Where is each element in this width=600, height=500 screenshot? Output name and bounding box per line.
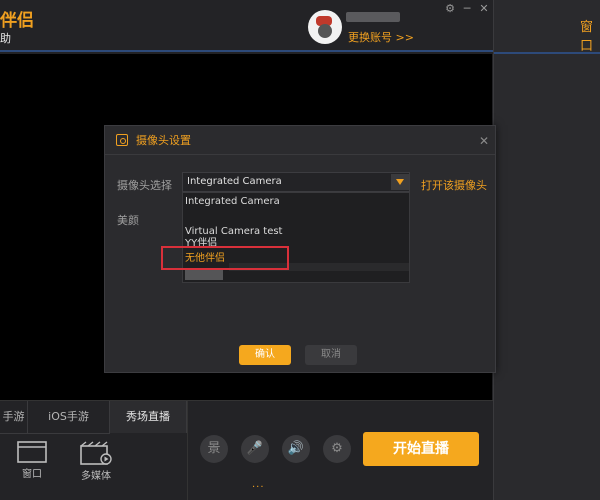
minimize-icon[interactable]: ─	[460, 2, 474, 15]
right-panel: 窗口	[493, 0, 600, 500]
open-camera-link[interactable]: 打开该摄像头	[421, 177, 487, 193]
media-icon	[80, 441, 112, 465]
app-window: 伴侣 助 更换账号 >> ⚙ ─ ✕ 窗口 手游 iOS手游 秀场直播 窗口 多…	[0, 0, 600, 500]
settings-icon[interactable]: ⚙	[323, 435, 351, 463]
close-icon[interactable]: ✕	[477, 2, 491, 15]
chevron-down-icon[interactable]	[391, 174, 409, 190]
camera-select[interactable]: Integrated Camera	[182, 172, 410, 192]
source-media-button[interactable]: 多媒体	[74, 441, 118, 482]
cancel-button[interactable]: 取消	[305, 345, 357, 365]
switch-account-link[interactable]: 更换账号 >>	[348, 29, 414, 45]
camera-settings-dialog: 摄像头设置 ✕ 摄像头选择 Integrated Camera 打开该摄像头 美…	[104, 125, 496, 373]
microphone-icon[interactable]: 🎤	[241, 435, 269, 463]
tab-window[interactable]: 窗口	[580, 16, 600, 54]
speaker-icon[interactable]: 🔊	[282, 435, 310, 463]
tab-mobile-game[interactable]: 手游	[0, 401, 28, 433]
dialog-title: 摄像头设置	[136, 134, 191, 147]
start-live-button[interactable]: 开始直播	[363, 432, 479, 466]
option-integrated-camera[interactable]: Integrated Camera	[183, 195, 409, 209]
window-icon	[17, 441, 47, 463]
tab-ios-game[interactable]: iOS手游	[28, 401, 110, 433]
source-window-button[interactable]: 窗口	[10, 441, 54, 480]
scene-icon[interactable]: 景	[200, 435, 228, 463]
close-icon[interactable]: ✕	[479, 134, 489, 148]
confirm-button[interactable]: 确认	[239, 345, 291, 365]
source-window-label: 窗口	[22, 469, 42, 480]
avatar[interactable]	[308, 10, 342, 44]
settings-icon[interactable]: ⚙	[443, 2, 457, 15]
status-dots: ...	[252, 479, 265, 490]
source-media-label: 多媒体	[81, 471, 111, 482]
camera-icon	[116, 134, 128, 146]
bottom-toolbar: 手游 iOS手游 秀场直播 窗口 多媒体 景 🎤 🔊 ⚙ 开始直播 ...	[0, 400, 493, 500]
camera-select-label: 摄像头选择	[117, 179, 172, 192]
top-bar: 伴侣 助 更换账号 >>	[0, 0, 493, 52]
app-brand: 伴侣	[0, 11, 34, 31]
camera-select-value: Integrated Camera	[187, 176, 282, 187]
beauty-label: 美颜	[117, 214, 139, 227]
app-brand-sub: 助	[0, 32, 11, 45]
highlight-annotation	[161, 246, 289, 270]
tab-showroom-live[interactable]: 秀场直播	[110, 401, 187, 433]
username-redacted	[346, 12, 400, 22]
